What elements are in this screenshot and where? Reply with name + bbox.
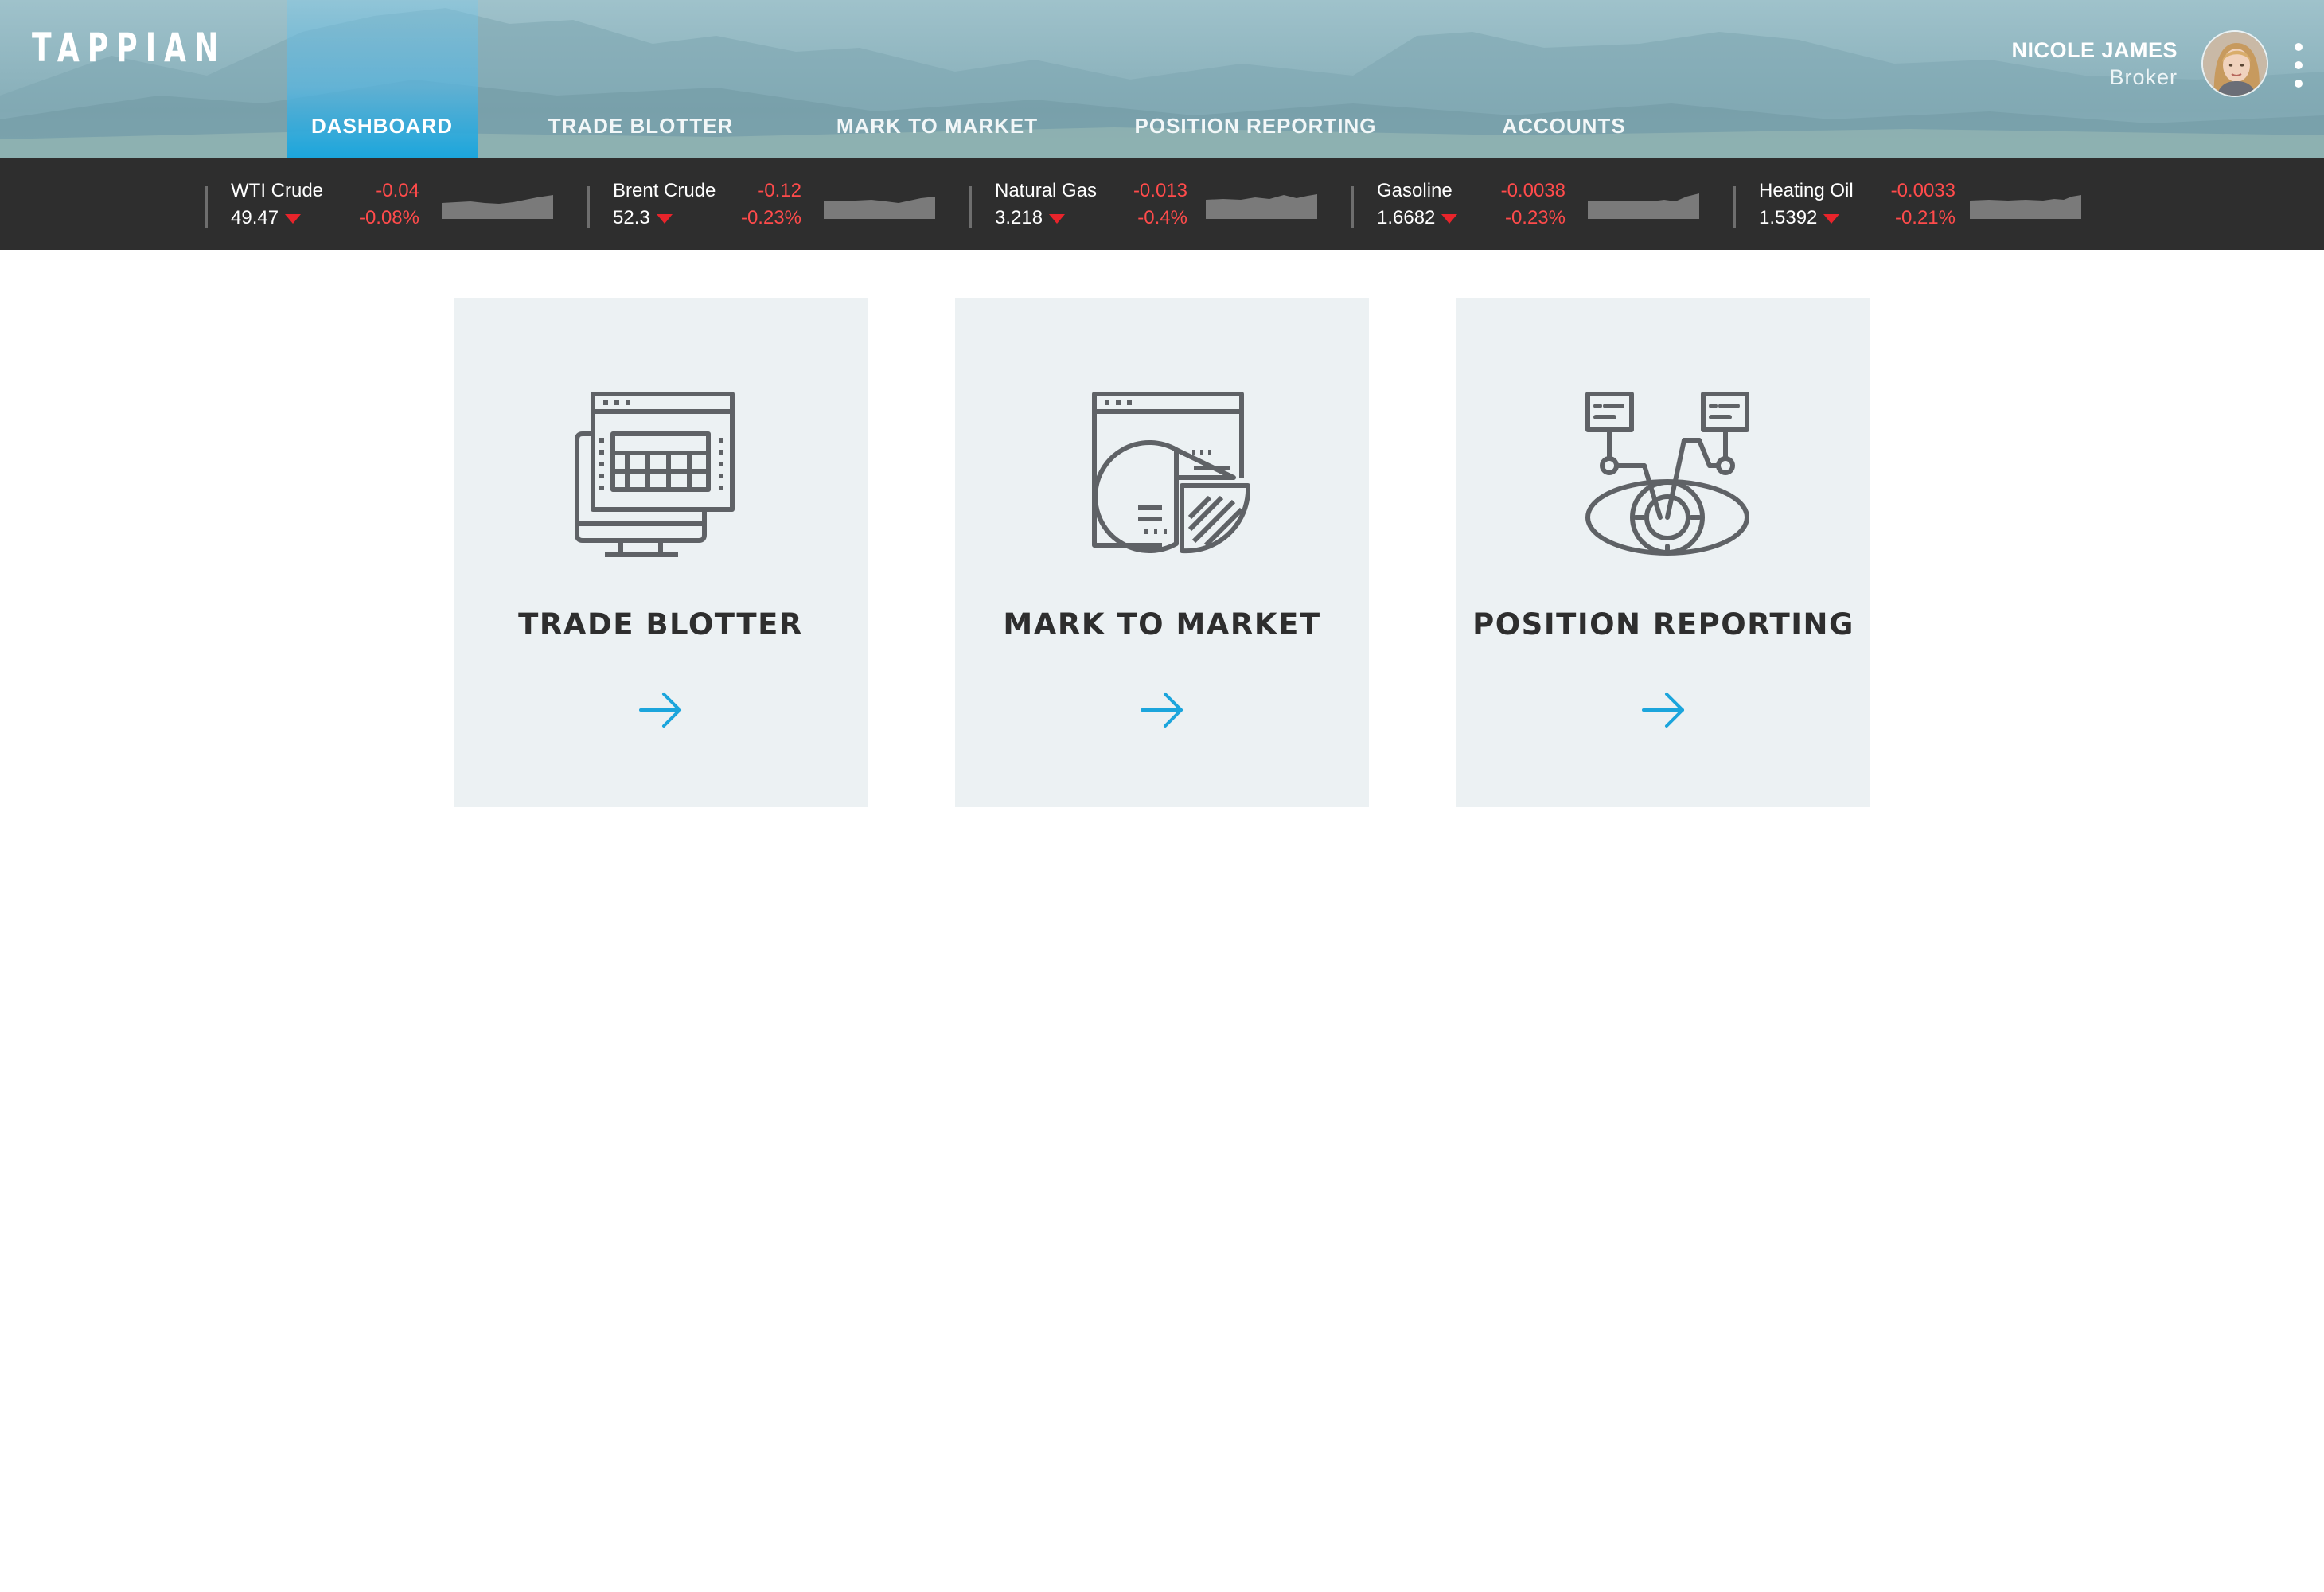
sparkline-chart bbox=[1588, 193, 1699, 219]
user-role: Broker bbox=[2109, 65, 2178, 89]
ticker-price-row: 1.5392 bbox=[1759, 206, 1840, 230]
card-title: TRADE BLOTTER bbox=[518, 607, 803, 642]
ticker-change: -0.0038 bbox=[1500, 180, 1566, 201]
nav-tab-dashboard[interactable]: DASHBOARD bbox=[287, 0, 478, 158]
nav-tab-trade-blotter[interactable]: TRADE BLOTTER bbox=[525, 0, 756, 158]
card-title: MARK TO MARKET bbox=[1003, 607, 1321, 642]
ticker-item-wti-crude[interactable]: WTI Crude 49.47 -0.04 -0.08% bbox=[205, 158, 587, 250]
ticker-price: 49.47 bbox=[231, 207, 279, 228]
ticker-percent: -0.08% bbox=[358, 207, 419, 228]
ticker-change: -0.0033 bbox=[1890, 180, 1956, 201]
down-arrow-icon bbox=[1049, 213, 1066, 224]
ticker-price-row: 3.218 bbox=[995, 206, 1066, 230]
arrow-right-icon[interactable] bbox=[1641, 692, 1686, 728]
ticker-price: 1.5392 bbox=[1759, 207, 1818, 228]
ticker-change: -0.04 bbox=[376, 180, 419, 201]
ticker-percent: -0.21% bbox=[1894, 207, 1956, 228]
down-arrow-icon bbox=[1441, 213, 1458, 224]
down-arrow-icon bbox=[285, 213, 302, 224]
arrow-right-icon[interactable] bbox=[1140, 692, 1184, 728]
sparkline-chart bbox=[442, 195, 553, 219]
ticker-price: 1.6682 bbox=[1377, 207, 1436, 228]
kebab-menu-icon[interactable] bbox=[2289, 41, 2308, 89]
nav-tab-accounts[interactable]: ACCOUNTS bbox=[1480, 0, 1647, 158]
ticker-price: 52.3 bbox=[613, 207, 650, 228]
card-mark-to-market[interactable]: MARK TO MARKET bbox=[955, 298, 1369, 807]
top-header: TAPPIAN DASHBOARD TRADE BLOTTER MARK TO … bbox=[0, 0, 2324, 158]
ticker-change: -0.013 bbox=[1133, 180, 1187, 201]
ticker-name: Gasoline bbox=[1377, 180, 1452, 201]
card-trade-blotter[interactable]: TRADE BLOTTER bbox=[454, 298, 868, 807]
avatar[interactable] bbox=[2201, 30, 2268, 97]
divider bbox=[1351, 186, 1354, 228]
card-title: POSITION REPORTING bbox=[1472, 607, 1854, 642]
ticker-price-row: 52.3 bbox=[613, 206, 673, 230]
pie-chart-report-icon bbox=[1092, 392, 1250, 554]
eye-analytics-icon bbox=[1585, 392, 1749, 556]
commodity-ticker-bar: WTI Crude 49.47 -0.04 -0.08% Brent Crude… bbox=[0, 158, 2324, 250]
card-position-reporting[interactable]: POSITION REPORTING bbox=[1456, 298, 1870, 807]
ticker-name: Natural Gas bbox=[995, 180, 1098, 201]
sparkline-chart bbox=[1206, 194, 1317, 219]
user-photo bbox=[2203, 32, 2267, 96]
divider bbox=[587, 186, 590, 228]
ticker-name: Brent Crude bbox=[613, 180, 716, 201]
ticker-item-brent-crude[interactable]: Brent Crude 52.3 -0.12 -0.23% bbox=[587, 158, 969, 250]
monitor-spreadsheet-icon bbox=[575, 392, 735, 557]
ticker-name: WTI Crude bbox=[231, 180, 324, 201]
divider bbox=[1733, 186, 1736, 228]
divider bbox=[205, 186, 208, 228]
ticker-percent: -0.23% bbox=[740, 207, 801, 228]
divider bbox=[969, 186, 972, 228]
sparkline-chart bbox=[824, 197, 935, 219]
main-navigation: DASHBOARD TRADE BLOTTER MARK TO MARKET P… bbox=[0, 0, 1751, 158]
ticker-price-row: 49.47 bbox=[231, 206, 302, 230]
arrow-right-icon[interactable] bbox=[638, 692, 683, 728]
nav-tab-position-reporting[interactable]: POSITION REPORTING bbox=[1114, 0, 1397, 158]
nav-tab-mark-to-market[interactable]: MARK TO MARKET bbox=[820, 0, 1055, 158]
user-name: NICOLE JAMES bbox=[2011, 38, 2178, 62]
ticker-item-heating-oil[interactable]: Heating Oil 1.5392 -0.0033 -0.21% bbox=[1733, 158, 2115, 250]
ticker-name: Heating Oil bbox=[1759, 180, 1854, 201]
ticker-item-gasoline[interactable]: Gasoline 1.6682 -0.0038 -0.23% bbox=[1351, 158, 1733, 250]
ticker-percent: -0.4% bbox=[1137, 207, 1187, 228]
ticker-change: -0.12 bbox=[758, 180, 801, 201]
ticker-price-row: 1.6682 bbox=[1377, 206, 1458, 230]
ticker-item-natural-gas[interactable]: Natural Gas 3.218 -0.013 -0.4% bbox=[969, 158, 1351, 250]
sparkline-chart bbox=[1970, 195, 2081, 219]
down-arrow-icon bbox=[1823, 213, 1840, 224]
ticker-percent: -0.23% bbox=[1504, 207, 1566, 228]
down-arrow-icon bbox=[656, 213, 673, 224]
ticker-price: 3.218 bbox=[995, 207, 1043, 228]
